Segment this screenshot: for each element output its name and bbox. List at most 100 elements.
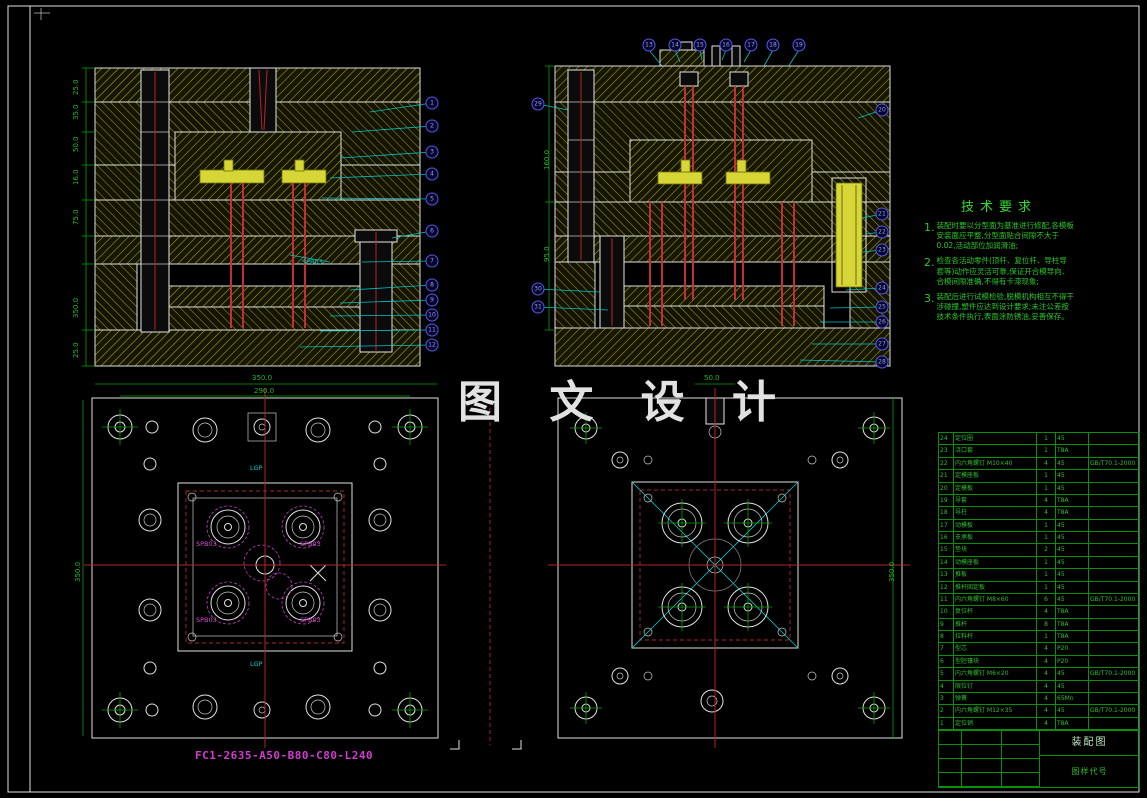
balloon-callout: 15 (693, 38, 707, 52)
right-section-view (537, 41, 891, 367)
bom-seq: 18 (939, 507, 954, 519)
bom-row: 15 垫块 2 45 (939, 543, 1139, 556)
dimension-label: 160.0 (543, 149, 551, 170)
bom-row: 11 内六角螺钉 M8×60 6 45 GB/T70.1-2000 (939, 592, 1139, 606)
bom-material: 45 (1056, 581, 1089, 593)
bom-material: T8A (1056, 717, 1089, 729)
balloon-callout: 1 (425, 96, 439, 110)
bom-row: 20 定模板 1 45 (939, 481, 1139, 494)
bom-material: T8A (1056, 494, 1089, 507)
bom-qty: 1 (1037, 532, 1056, 544)
bom-seq: 6 (939, 655, 954, 668)
balloon-callout: 21 (875, 207, 889, 221)
bom-name: 内六角螺钉 M8×60 (954, 593, 1037, 606)
bom-note (1089, 681, 1139, 692)
bom-qty: 1 (1037, 433, 1056, 445)
bom-name: 型芯 (954, 643, 1037, 655)
bom-note (1089, 445, 1139, 456)
balloon-callout: 8 (425, 278, 439, 292)
bom-material: P20 (1056, 643, 1089, 655)
bom-note (1089, 532, 1139, 543)
bom-qty: 4 (1037, 717, 1056, 729)
bom-seq: 13 (939, 569, 954, 581)
dimension-label: 50.0 (72, 136, 80, 152)
balloon-callout: 23 (875, 243, 889, 257)
bom-note (1089, 544, 1139, 555)
bom-row: 1 定位销 4 T8A (939, 716, 1139, 729)
dimension-label: 35.0 (72, 104, 80, 120)
bom-material: T8A (1056, 507, 1089, 519)
bom-row: 4 限位钉 4 45 (939, 679, 1139, 692)
bom-name: 动模座板 (954, 556, 1037, 569)
title-block-main: 装配图 图样代号 (1040, 731, 1139, 787)
bom-qty: 4 (1037, 457, 1056, 470)
bom-seq: 12 (939, 581, 954, 593)
bom-qty: 1 (1037, 569, 1056, 581)
bom-note (1089, 693, 1139, 704)
balloon-callout: 11 (425, 323, 439, 337)
bom-material: T8A (1056, 445, 1089, 457)
bom-qty: 4 (1037, 643, 1056, 655)
part-number-text: FC1-2635-A50-B80-C80-L240 (195, 749, 374, 762)
balloon-callout: 20 (875, 103, 889, 117)
right-plan-view (548, 383, 910, 748)
bom-row: 3 弹簧 4 65Mn (939, 691, 1139, 705)
bom-material: 45 (1056, 668, 1089, 680)
dimension-label: 350.0 (252, 374, 273, 382)
bom-row: 23 浇口套 1 T8A (939, 444, 1139, 457)
balloon-callout: 6 (425, 224, 439, 238)
bom-qty: 4 (1037, 668, 1056, 680)
dimension-label: 350.0 (888, 561, 896, 582)
bom-note (1089, 582, 1139, 593)
bom-name: 推杆固定板 (954, 581, 1037, 593)
bom-row: 24 定位圈 1 45 (939, 433, 1139, 445)
bom-material: 45 (1056, 457, 1089, 470)
bom-name: 弹簧 (954, 692, 1037, 705)
balloon-callout: 30 (531, 282, 545, 296)
bom-qty: 4 (1037, 494, 1056, 507)
technical-requirements: 技术要求 1. 装配时要以分型面为基准进行修配,各模板安装面应平整,分型面贴合间… (924, 196, 1074, 322)
bom-seq: 5 (939, 668, 954, 680)
bom-material: 65Mn (1056, 692, 1089, 705)
bom-qty: 1 (1037, 519, 1056, 531)
bom-seq: 7 (939, 643, 954, 655)
bom-row: 8 拉料杆 1 T8A (939, 630, 1139, 643)
bom-note (1089, 631, 1139, 642)
bom-note (1089, 643, 1139, 654)
bom-row: 6 型腔镶块 4 P20 (939, 654, 1139, 668)
bom-name: 导柱 (954, 507, 1037, 519)
bom-qty: 4 (1037, 705, 1056, 717)
balloon-callout: 13 (642, 38, 656, 52)
balloon-callout: 7 (425, 254, 439, 268)
bom-row: 2 内六角螺钉 M12×35 4 45 GB/T70.1-2000 (939, 704, 1139, 717)
bom-seq: 16 (939, 532, 954, 544)
bom-name: 动模板 (954, 519, 1037, 531)
bom-name: 内六角螺钉 M6×20 (954, 668, 1037, 680)
balloon-callout: 4 (425, 167, 439, 181)
left-section-view (82, 67, 433, 367)
bom-row: 21 定模座板 1 45 (939, 469, 1139, 482)
bom-note: GB/T70.1-2000 (1090, 459, 1136, 467)
bom-name: 导套 (954, 494, 1037, 507)
balloon-callout: 25 (875, 300, 889, 314)
bom-name: 定模板 (954, 482, 1037, 494)
tech-requirements-list: 1. 装配时要以分型面为基准进行修配,各模板安装面应平整,分型面贴合间隙不大于0… (924, 221, 1074, 322)
bom-seq: 15 (939, 544, 954, 556)
bom-name: 浇口套 (954, 445, 1037, 457)
bom-qty: 8 (1037, 618, 1056, 630)
bom-seq: 19 (939, 494, 954, 507)
bom-seq: 17 (939, 519, 954, 531)
dimension-label: 25.0 (72, 79, 80, 95)
bom-material: T8A (1056, 618, 1089, 630)
dimension-label: 290.0 (254, 387, 275, 395)
tech-item-text: 装配时要以分型面为基准进行修配,各模板安装面应平整,分型面贴合间隙不大于0.02… (936, 221, 1074, 251)
bom-qty: 6 (1037, 593, 1056, 606)
drawing-title: 装配图 (1040, 731, 1139, 756)
bom-note (1089, 507, 1139, 518)
balloon-callout: 2 (425, 119, 439, 133)
part-label: SPB03 (196, 616, 217, 624)
tech-item-number: 1. (924, 221, 935, 234)
bom-note (1089, 619, 1139, 630)
dimension-label: 95.0 (543, 246, 551, 262)
balloon-callout: 16 (719, 38, 733, 52)
